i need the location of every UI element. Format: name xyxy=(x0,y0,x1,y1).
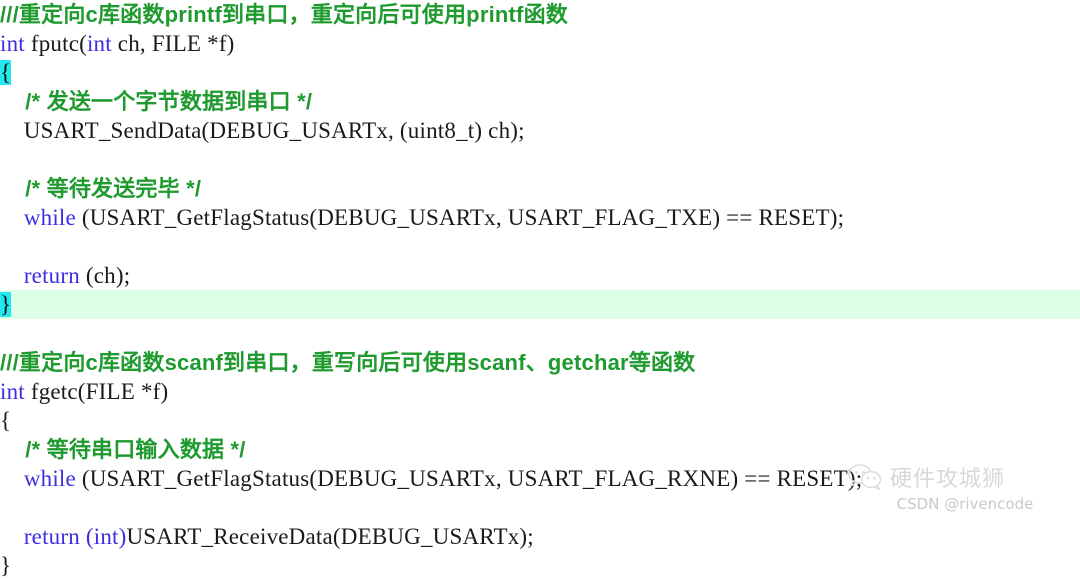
code-token-keyword: int xyxy=(86,31,112,56)
code-token-keyword: while xyxy=(23,466,76,491)
code-line[interactable] xyxy=(0,493,1080,522)
code-line[interactable] xyxy=(0,232,1080,261)
code-token-keyword: int xyxy=(0,31,25,56)
code-token-plain: (USART_GetFlagStatus(DEBUG_USARTx, USART… xyxy=(75,466,863,491)
code-token-plain: fgetc(FILE *f) xyxy=(24,379,169,404)
code-line[interactable]: USART_SendData(DEBUG_USARTx, (uint8_t) c… xyxy=(0,116,1080,145)
code-line[interactable]: ///重定向c库函数printf到串口，重定向后可使用printf函数 xyxy=(0,0,1080,29)
code-line[interactable]: { xyxy=(0,58,1080,87)
code-token-comment: ///重定向c库函数printf到串口，重定向后可使用printf函数 xyxy=(0,2,568,27)
code-token-comment: /* 等待串口输入数据 */ xyxy=(0,437,246,462)
code-line[interactable]: } xyxy=(0,290,1080,319)
code-token-plain: fputc( xyxy=(24,31,87,56)
code-token-plain: } xyxy=(0,553,12,578)
code-content[interactable]: ///重定向c库函数printf到串口，重定向后可使用printf函数 int f… xyxy=(0,0,1080,580)
code-token-plain: (USART_GetFlagStatus(DEBUG_USARTx, USART… xyxy=(75,205,845,230)
code-line[interactable]: /* 等待发送完毕 */ xyxy=(0,174,1080,203)
code-token-keyword: (int) xyxy=(85,524,127,549)
code-line[interactable]: while (USART_GetFlagStatus(DEBUG_USARTx,… xyxy=(0,203,1080,232)
code-line[interactable] xyxy=(0,319,1080,348)
code-token-plain: (ch); xyxy=(79,263,131,288)
code-line[interactable]: int fputc(int ch, FILE *f) xyxy=(0,29,1080,58)
code-token-keyword: return xyxy=(23,263,80,288)
code-token-plain: USART_SendData(DEBUG_USARTx, (uint8_t) c… xyxy=(0,118,525,143)
code-token-plain: { xyxy=(0,408,12,433)
code-line[interactable]: ///重定向c库函数scanf到串口，重写向后可使用scanf、getchar等… xyxy=(0,348,1080,377)
code-token-brace-hl: } xyxy=(0,292,12,317)
code-token-comment: /* 发送一个字节数据到串口 */ xyxy=(0,89,313,114)
code-line[interactable]: /* 等待串口输入数据 */ xyxy=(0,435,1080,464)
code-line[interactable]: while (USART_GetFlagStatus(DEBUG_USARTx,… xyxy=(0,464,1080,493)
code-editor[interactable]: ///重定向c库函数printf到串口，重定向后可使用printf函数 int f… xyxy=(0,0,1080,578)
code-token-plain: ch, FILE *f) xyxy=(111,31,235,56)
code-line[interactable]: { xyxy=(0,406,1080,435)
code-line[interactable]: /* 发送一个字节数据到串口 */ xyxy=(0,87,1080,116)
code-token-brace-hl: { xyxy=(0,60,12,85)
code-token-keyword: return xyxy=(23,524,80,549)
code-line[interactable]: return (int)USART_ReceiveData(DEBUG_USAR… xyxy=(0,522,1080,551)
code-line[interactable]: return (ch); xyxy=(0,261,1080,290)
code-token-comment: ///重定向c库函数scanf到串口，重写向后可使用scanf、getchar等… xyxy=(0,350,696,375)
code-token-comment: /* 等待发送完毕 */ xyxy=(0,176,202,201)
code-token-keyword: int xyxy=(0,379,25,404)
code-token-keyword: while xyxy=(23,205,76,230)
code-line[interactable]: int fgetc(FILE *f) xyxy=(0,377,1080,406)
code-line[interactable] xyxy=(0,145,1080,174)
code-token-plain: USART_ReceiveData(DEBUG_USARTx); xyxy=(126,524,534,549)
code-line[interactable]: } xyxy=(0,551,1080,580)
